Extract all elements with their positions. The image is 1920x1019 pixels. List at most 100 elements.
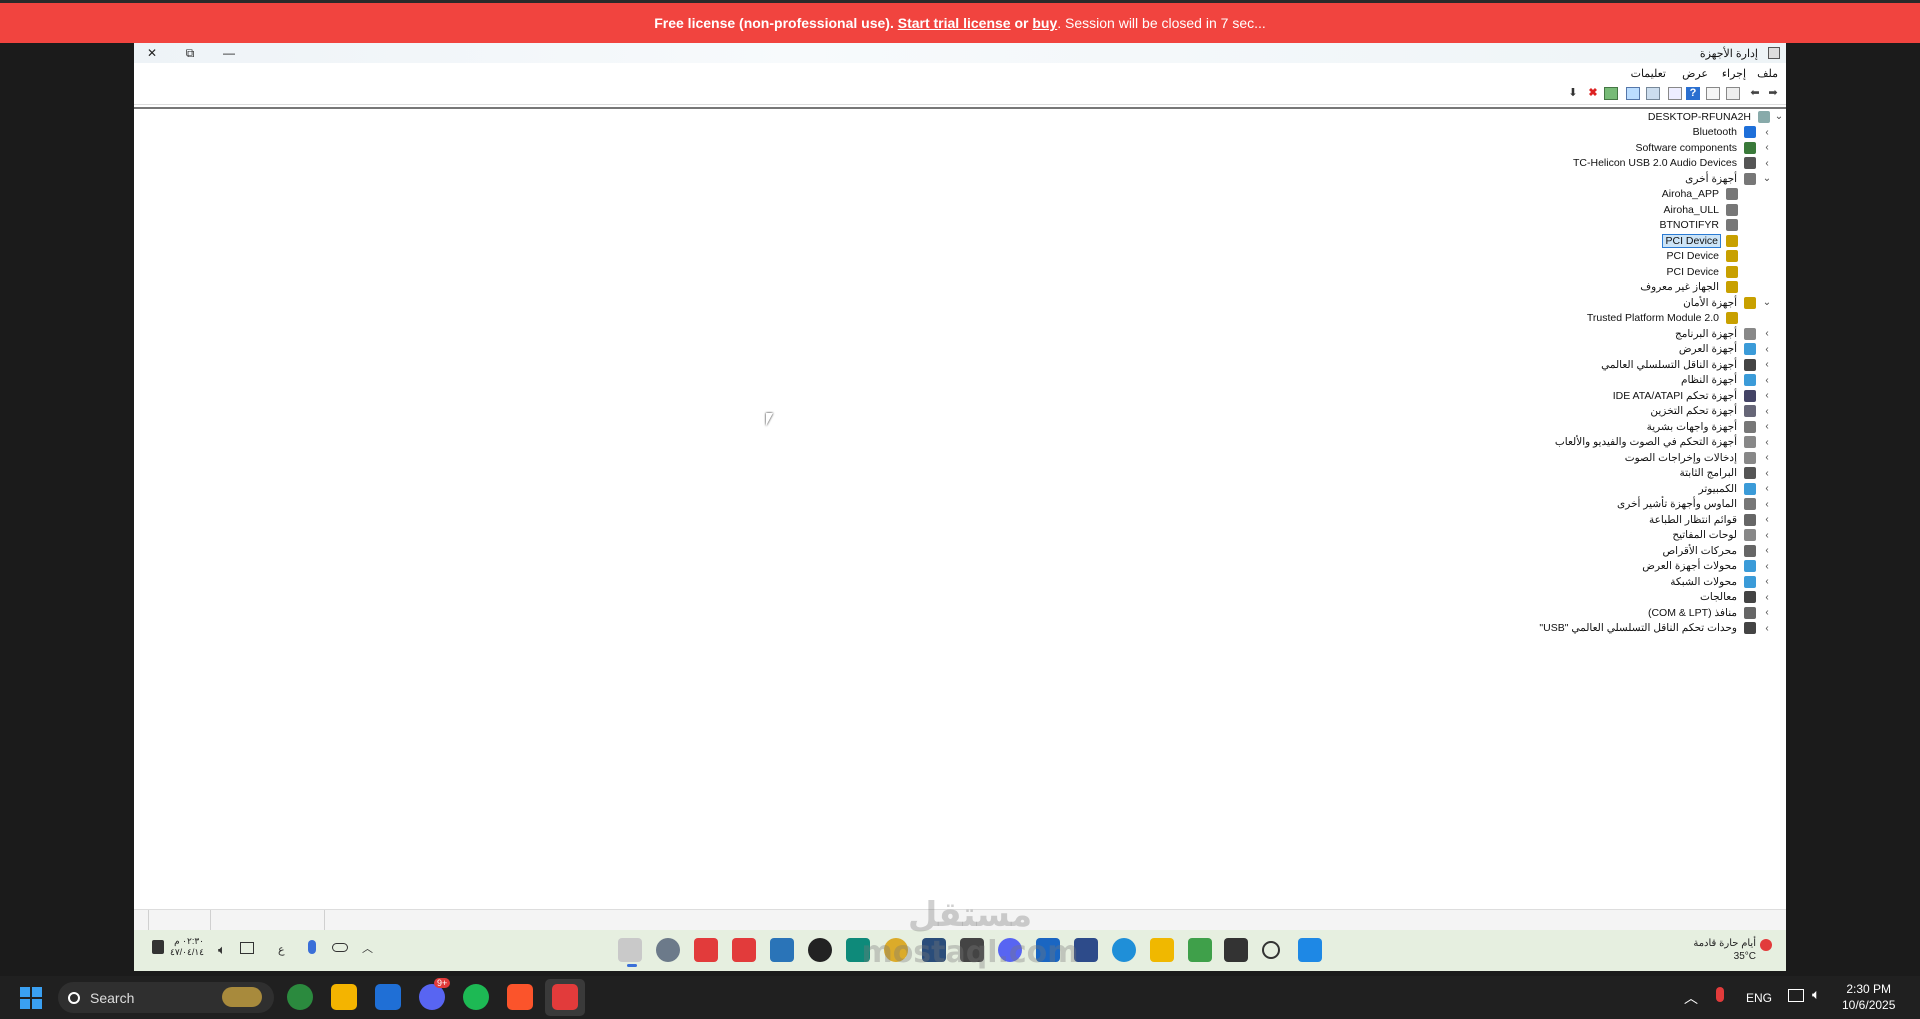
microphone-icon[interactable] (1716, 987, 1724, 1002)
chevron-left-icon[interactable]: ‹ (1762, 561, 1772, 572)
device-item[interactable]: Trusted Platform Module 2.0 (1585, 311, 1738, 326)
settings-gear-icon[interactable] (656, 938, 680, 962)
device-category[interactable]: أجهزة أخرى (1683, 171, 1756, 186)
device-category[interactable]: الماوس وأجهزة تأشير أخرى (1615, 497, 1756, 512)
device-category[interactable]: محركات الأقراص (1660, 543, 1756, 558)
device-category[interactable]: لوحات المفاتيح (1670, 528, 1756, 543)
forward-arrow-icon[interactable]: ➡ (1766, 87, 1780, 100)
volume-icon[interactable]: 🔈︎ (218, 942, 226, 958)
device-category[interactable]: منافذ (COM & LPT) (1646, 605, 1756, 620)
windows-start-icon[interactable] (1298, 938, 1322, 962)
device-item[interactable]: PCI Device (1662, 233, 1738, 248)
device-item[interactable]: Airoha_APP (1660, 187, 1738, 202)
chevron-left-icon[interactable]: ‹ (1762, 421, 1772, 432)
device-category[interactable]: TC-Helicon USB 2.0 Audio Devices (1571, 156, 1756, 171)
chevron-left-icon[interactable]: ‹ (1762, 452, 1772, 463)
terminal-icon[interactable] (960, 938, 984, 962)
device-category[interactable]: أجهزة تحكم IDE ATA/ATAPI (1611, 388, 1756, 403)
chevron-left-icon[interactable]: ‹ (1762, 375, 1772, 386)
network-icon[interactable] (240, 942, 254, 954)
notification-bell-icon[interactable] (152, 940, 164, 954)
menu-help[interactable]: تعليمات (1631, 67, 1666, 80)
spotify-icon[interactable] (463, 984, 489, 1010)
device-category[interactable]: Software components (1633, 140, 1756, 155)
chevron-down-icon[interactable]: ⌄ (1762, 173, 1772, 184)
weather-widget[interactable]: أيام حارة قادمة 35°C (1693, 937, 1756, 963)
chevron-left-icon[interactable]: ‹ (1762, 390, 1772, 401)
device-category[interactable]: البرامج الثابتة (1677, 466, 1756, 481)
menu-file[interactable]: ملف (1757, 67, 1778, 80)
anydesk-icon[interactable] (694, 938, 718, 962)
chevron-left-icon[interactable]: ‹ (1762, 344, 1772, 355)
chevron-left-icon[interactable]: ‹ (1762, 142, 1772, 153)
device-category[interactable]: محولات أجهزة العرض (1640, 559, 1756, 574)
device-category[interactable]: أجهزة واجهات بشرية (1645, 419, 1756, 434)
device-category[interactable]: أجهزة تحكم التخزين (1648, 404, 1756, 419)
snipping-tool-icon[interactable] (1224, 938, 1248, 962)
close-button[interactable]: ✕ (134, 43, 170, 63)
monitor-icon[interactable] (1626, 87, 1640, 100)
device-category[interactable]: أجهزة الأمان (1681, 295, 1756, 310)
outlook-icon[interactable] (1036, 938, 1060, 962)
calculator-icon[interactable] (1074, 938, 1098, 962)
device-item[interactable]: الجهاز غير معروف (1638, 280, 1738, 295)
file-explorer-icon[interactable] (1150, 938, 1174, 962)
device-category[interactable]: إدخالات وإخراجات الصوت (1623, 450, 1756, 465)
chevron-left-icon[interactable]: ‹ (1762, 530, 1772, 541)
chevron-left-icon[interactable]: ‹ (1762, 607, 1772, 618)
taskbar-search[interactable]: Search (58, 982, 274, 1013)
microsoft-store-icon[interactable] (375, 984, 401, 1010)
search-icon[interactable] (1262, 941, 1280, 959)
chevron-left-icon[interactable]: ‹ (1762, 328, 1772, 339)
anydesk-icon[interactable] (552, 984, 578, 1010)
chevron-left-icon[interactable]: ‹ (1762, 514, 1772, 525)
menu-action[interactable]: إجراء (1722, 67, 1746, 80)
device-category[interactable]: Bluetooth (1691, 125, 1756, 140)
device-manager-task-icon[interactable] (618, 938, 642, 962)
device-category[interactable]: أجهزة البرنامج (1673, 326, 1756, 341)
chrome-icon[interactable] (884, 938, 908, 962)
chevron-down-icon[interactable]: ⌄ (1762, 297, 1772, 308)
file-explorer-icon[interactable] (331, 984, 357, 1010)
start-trial-link[interactable]: Start trial license (898, 15, 1011, 31)
chevron-left-icon[interactable]: ‹ (1762, 592, 1772, 603)
scan-hardware-icon[interactable] (1646, 87, 1660, 100)
chevron-left-icon[interactable]: ‹ (1762, 406, 1772, 417)
menu-view[interactable]: عرض (1682, 67, 1708, 80)
chevron-left-icon[interactable]: ‹ (1762, 359, 1772, 370)
device-category[interactable]: الكمبيوتر (1697, 481, 1756, 496)
store-icon[interactable] (1188, 938, 1212, 962)
device-item[interactable]: PCI Device (1664, 249, 1738, 264)
windows-start-icon[interactable] (20, 987, 42, 1009)
onedrive-icon[interactable] (332, 943, 348, 952)
chevron-left-icon[interactable]: ‹ (1762, 499, 1772, 510)
device-category[interactable]: أجهزة النظام (1679, 373, 1756, 388)
edge-icon[interactable] (1112, 938, 1136, 962)
update-driver-icon[interactable] (1604, 87, 1618, 100)
xbox-icon[interactable] (287, 984, 313, 1010)
language-indicator[interactable]: ENG (1746, 991, 1772, 1005)
minimize-button[interactable]: — (211, 43, 247, 63)
device-category[interactable]: أجهزة العرض (1677, 342, 1756, 357)
chevron-left-icon[interactable]: ‹ (1762, 127, 1772, 138)
chevron-left-icon[interactable]: ‹ (1762, 158, 1772, 169)
chevron-up-icon[interactable]: ︿ (1684, 988, 1698, 1008)
properties-icon[interactable] (1706, 87, 1720, 100)
help-icon[interactable]: ? (1686, 87, 1700, 100)
remove-icon[interactable]: ✖ (1586, 87, 1600, 100)
device-category[interactable]: أجهزة التحكم في الصوت والفيديو والألعاب (1553, 435, 1756, 450)
volume-icon[interactable]: 🔈︎ (1812, 986, 1820, 1003)
restore-button[interactable]: ⧉ (172, 43, 208, 63)
device-category[interactable]: أجهزة الناقل التسلسلي العالمي (1599, 357, 1756, 372)
view-icon[interactable] (1668, 87, 1682, 100)
assistant-icon[interactable] (808, 938, 832, 962)
microphone-icon[interactable] (308, 940, 316, 954)
chevron-left-icon[interactable]: ‹ (1762, 545, 1772, 556)
buy-link[interactable]: buy (1032, 15, 1057, 31)
device-item[interactable]: PCI Device (1664, 264, 1738, 279)
chevron-left-icon[interactable]: ‹ (1762, 483, 1772, 494)
device-item[interactable]: Airoha_ULL (1662, 202, 1738, 217)
discord-icon[interactable] (998, 938, 1022, 962)
chevron-left-icon[interactable]: ‹ (1762, 468, 1772, 479)
download-icon[interactable]: ⬇ (1566, 87, 1580, 100)
